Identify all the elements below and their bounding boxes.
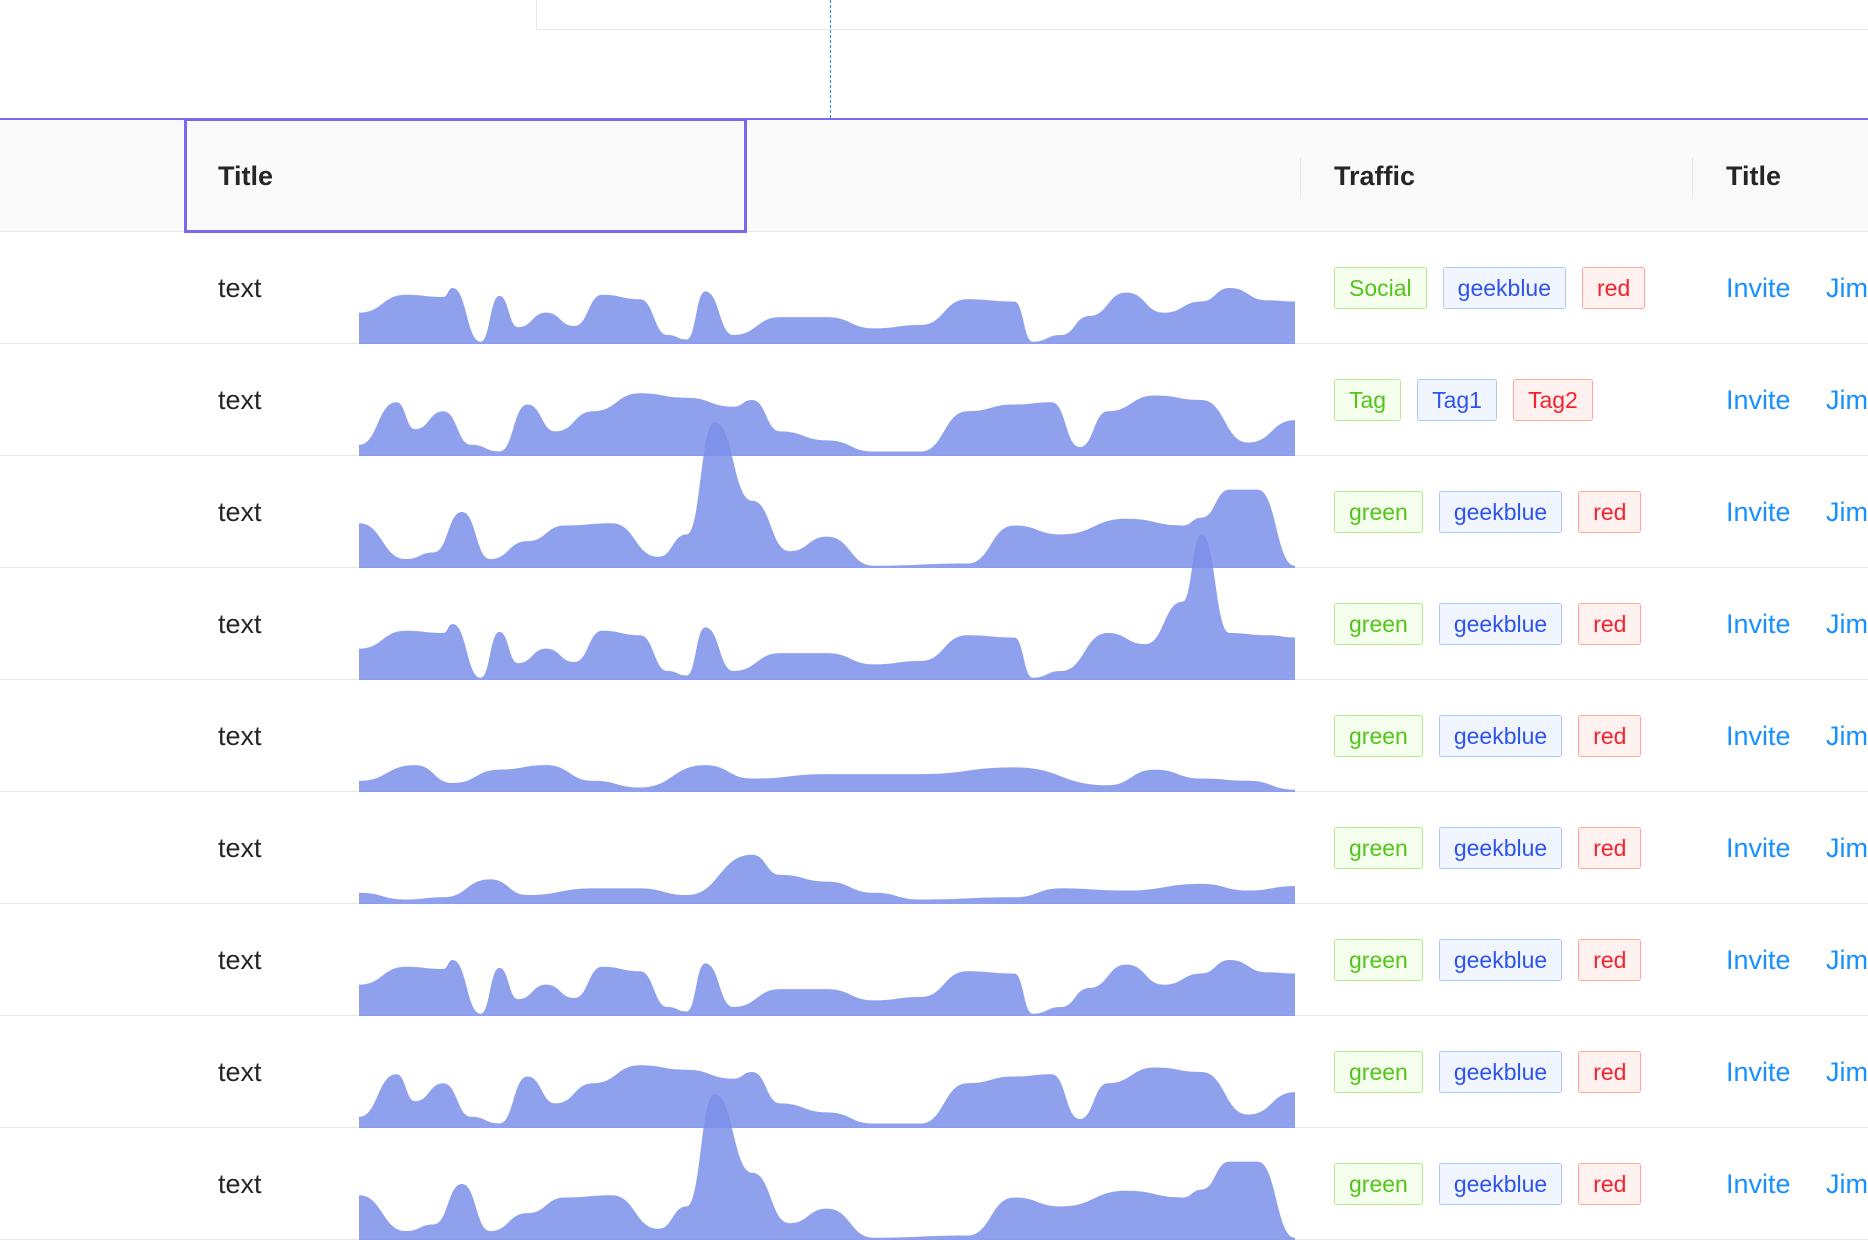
tags-cell: green geekblue red: [1334, 827, 1642, 869]
column-resize-handle[interactable]: [1300, 158, 1301, 198]
name-link[interactable]: Jim: [1826, 456, 1868, 568]
cell-title: text: [218, 497, 262, 527]
invite-link[interactable]: Invite: [1726, 904, 1791, 1016]
traffic-area-chart: [359, 534, 1295, 680]
tag-badge: geekblue: [1438, 939, 1563, 981]
tag-badge: red: [1582, 267, 1646, 309]
table-row[interactable]: text Social geekblue red Invite Jim: [0, 232, 1868, 344]
table-row[interactable]: text green geekblue red Invite Jim: [0, 904, 1868, 1016]
cell-title: text: [218, 609, 262, 639]
column-header-traffic[interactable]: Traffic: [1334, 120, 1415, 232]
traffic-area-chart: [359, 960, 1295, 1016]
column-resize-handle[interactable]: [1692, 158, 1693, 198]
cell-title: text: [218, 1169, 262, 1199]
traffic-area-chart: [359, 765, 1295, 792]
tags-cell: green geekblue red: [1334, 939, 1642, 981]
tag-badge: red: [1578, 939, 1642, 981]
tag-badge: Tag1: [1417, 379, 1497, 421]
tag-badge: green: [1334, 939, 1423, 981]
invite-link[interactable]: Invite: [1726, 680, 1791, 792]
cell-title: text: [218, 721, 262, 751]
tags-cell: Social geekblue red: [1334, 267, 1646, 309]
name-link[interactable]: Jim: [1826, 904, 1868, 1016]
invite-link[interactable]: Invite: [1726, 344, 1791, 456]
tag-badge: geekblue: [1438, 1163, 1563, 1205]
tag-badge: geekblue: [1438, 491, 1563, 533]
tag-badge: geekblue: [1438, 715, 1563, 757]
traffic-area: [359, 765, 1295, 792]
tags-cell: Tag Tag1 Tag2: [1334, 379, 1593, 421]
table-row[interactable]: text green geekblue red Invite Jim: [0, 1016, 1868, 1128]
traffic-area-chart: [359, 1065, 1295, 1128]
tags-cell: green geekblue red: [1334, 1051, 1642, 1093]
invite-link[interactable]: Invite: [1726, 792, 1791, 904]
cell-title: text: [218, 385, 262, 415]
traffic-area-chart: [359, 288, 1295, 344]
invite-link[interactable]: Invite: [1726, 1128, 1791, 1240]
tag-badge: green: [1334, 1163, 1423, 1205]
tag-badge: green: [1334, 827, 1423, 869]
tag-badge: Social: [1334, 267, 1427, 309]
tag-badge: geekblue: [1442, 267, 1567, 309]
invite-link[interactable]: Invite: [1726, 568, 1791, 680]
traffic-area: [359, 1065, 1295, 1128]
tag-badge: red: [1578, 715, 1642, 757]
cell-title: text: [218, 833, 262, 863]
traffic-area-chart: [359, 422, 1295, 568]
tag-badge: geekblue: [1438, 827, 1563, 869]
tags-cell: green geekblue red: [1334, 715, 1642, 757]
table-row[interactable]: text green geekblue red Invite Jim: [0, 422, 1868, 568]
name-link[interactable]: Jim: [1826, 344, 1868, 456]
tag-badge: green: [1334, 715, 1423, 757]
name-link[interactable]: Jim: [1826, 792, 1868, 904]
column-header-title-2[interactable]: Title: [1726, 120, 1781, 232]
tag-badge: Tag2: [1512, 379, 1593, 421]
tag-badge: geekblue: [1438, 1051, 1563, 1093]
table-row[interactable]: text green geekblue red Invite Jim: [0, 680, 1868, 792]
table-row[interactable]: text green geekblue red Invite Jim: [0, 792, 1868, 904]
tag-badge: red: [1578, 827, 1642, 869]
traffic-area: [359, 288, 1295, 344]
cell-title: text: [218, 273, 262, 303]
traffic-area: [359, 960, 1295, 1016]
traffic-area: [359, 854, 1295, 904]
tag-badge: red: [1578, 1163, 1642, 1205]
drag-guide-line: [830, 0, 831, 118]
cell-title: text: [218, 945, 262, 975]
traffic-area-chart: [359, 854, 1295, 904]
name-link[interactable]: Jim: [1826, 568, 1868, 680]
tags-cell: green geekblue red: [1334, 603, 1642, 645]
invite-link[interactable]: Invite: [1726, 1016, 1791, 1128]
cell-title: text: [218, 1057, 262, 1087]
tag-badge: green: [1334, 603, 1423, 645]
column-drag-selection[interactable]: [184, 118, 747, 233]
table-row[interactable]: text green geekblue red Invite Jim: [0, 534, 1868, 680]
traffic-area: [359, 393, 1295, 456]
name-link[interactable]: Jim: [1826, 1128, 1868, 1240]
table-row[interactable]: text Tag Tag1 Tag2 Invite Jim: [0, 344, 1868, 456]
tags-cell: green geekblue red: [1334, 491, 1642, 533]
name-link[interactable]: Jim: [1826, 1016, 1868, 1128]
traffic-area-chart: [359, 1094, 1295, 1240]
tag-badge: green: [1334, 1051, 1423, 1093]
invite-link[interactable]: Invite: [1726, 232, 1791, 344]
tag-badge: geekblue: [1438, 603, 1563, 645]
tag-badge: green: [1334, 491, 1423, 533]
name-link[interactable]: Jim: [1826, 680, 1868, 792]
traffic-area-chart: [359, 393, 1295, 456]
tag-badge: Tag: [1334, 379, 1402, 421]
name-link[interactable]: Jim: [1826, 232, 1868, 344]
tag-badge: red: [1578, 491, 1642, 533]
tag-badge: red: [1578, 1051, 1642, 1093]
tags-cell: green geekblue red: [1334, 1163, 1642, 1205]
tag-badge: red: [1578, 603, 1642, 645]
invite-link[interactable]: Invite: [1726, 456, 1791, 568]
table-row[interactable]: text green geekblue red Invite Jim: [0, 1094, 1868, 1240]
top-panel: [536, 0, 1868, 30]
